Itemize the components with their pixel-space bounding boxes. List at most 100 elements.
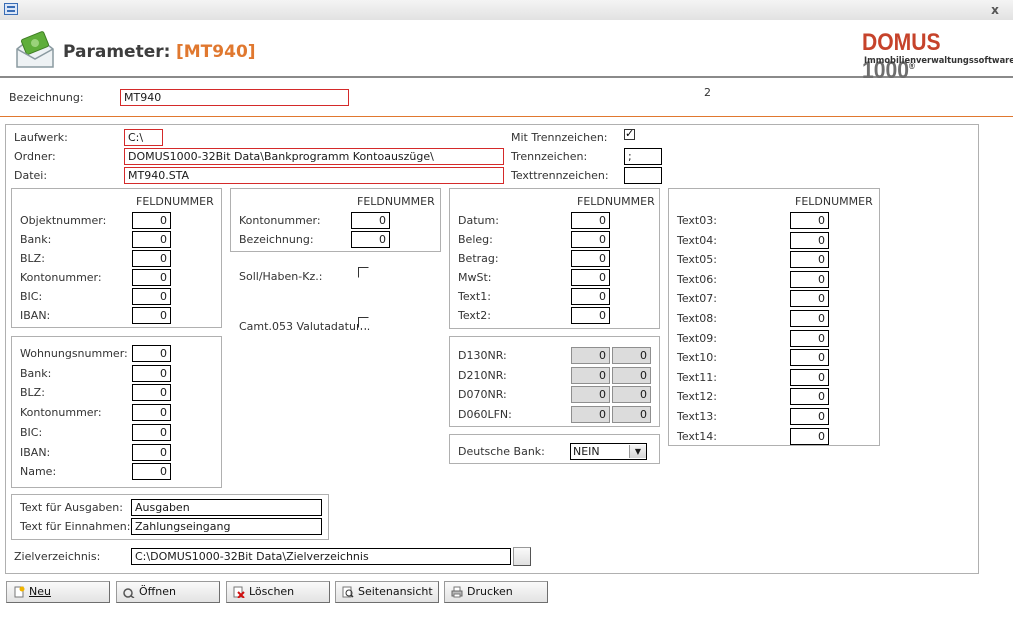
field-label: Kontonummer: xyxy=(239,214,321,227)
field-label: Betrag: xyxy=(458,252,499,265)
einnahmen-input[interactable]: Zahlungseingang xyxy=(131,518,322,535)
drucken-button[interactable]: Drucken xyxy=(444,581,548,603)
field-number-a-input[interactable]: 0 xyxy=(571,347,610,364)
field-number-input[interactable]: 0 xyxy=(132,269,171,286)
camt-valutadatum-checkbox[interactable] xyxy=(358,317,369,328)
field-label: Text2: xyxy=(458,309,491,322)
mit-trennzeichen-checkbox[interactable] xyxy=(624,127,635,140)
field-number-input[interactable]: 0 xyxy=(132,231,171,248)
seitenansicht-button[interactable]: Seitenansicht xyxy=(335,581,439,603)
zielverzeichnis-input[interactable]: C:\DOMUS1000-32Bit Data\Zielverzeichnis xyxy=(131,548,511,565)
field-number-b-input[interactable]: 0 xyxy=(612,386,651,403)
field-number-input[interactable]: 0 xyxy=(132,212,171,229)
field-number-input[interactable]: 0 xyxy=(790,270,829,288)
field-number-input[interactable]: 0 xyxy=(132,384,171,402)
deutsche-bank-value: NEIN xyxy=(573,445,600,458)
field-number-input[interactable]: 0 xyxy=(132,288,171,305)
texttrennzeichen-input[interactable] xyxy=(624,167,662,184)
field-number-input[interactable]: 0 xyxy=(790,212,829,229)
new-document-icon xyxy=(14,586,25,598)
field-label: D130NR: xyxy=(458,349,507,362)
logo-text-a: DOMUS xyxy=(862,29,941,56)
ordner-input[interactable]: DOMUS1000-32Bit Data\Bankprogramm Kontoa… xyxy=(124,148,504,165)
bank-statement-icon xyxy=(16,31,54,68)
field-label: Text08: xyxy=(677,312,717,325)
field-number-input[interactable]: 0 xyxy=(571,212,610,229)
field-label: IBAN: xyxy=(20,445,51,459)
field-label: Bank: xyxy=(20,233,52,246)
field-label: Kontonummer: xyxy=(20,271,102,284)
field-label: D210NR: xyxy=(458,368,507,382)
laufwerk-input[interactable]: C:\ xyxy=(124,129,163,146)
field-number-input[interactable]: 0 xyxy=(132,423,171,441)
field-label: Text04: xyxy=(677,233,717,247)
soll-haben-checkbox[interactable] xyxy=(358,267,369,278)
trennzeichen-label: Trennzeichen: xyxy=(511,150,588,163)
field-label: Text07: xyxy=(677,292,717,306)
form-icon xyxy=(4,3,18,15)
field-number-input[interactable]: 0 xyxy=(571,250,610,267)
field-number-input[interactable]: 0 xyxy=(132,307,171,324)
preview-icon xyxy=(342,586,354,598)
window-titlebar: x xyxy=(0,0,1013,21)
field-number-input[interactable]: 0 xyxy=(571,231,610,248)
field-number-input[interactable]: 0 xyxy=(132,443,171,461)
field-number-input[interactable]: 0 xyxy=(571,269,610,286)
field-number-input[interactable]: 0 xyxy=(790,408,829,425)
ausgaben-label: Text für Ausgaben: xyxy=(20,501,123,514)
laufwerk-label: Laufwerk: xyxy=(14,131,68,144)
field-number-input[interactable]: 0 xyxy=(790,368,829,386)
field-label: Objektnummer: xyxy=(20,214,107,227)
field-number-b-input[interactable]: 0 xyxy=(612,405,651,423)
field-number-input[interactable]: 0 xyxy=(571,288,610,305)
field-label: Text03: xyxy=(677,214,717,227)
printer-icon xyxy=(451,586,463,598)
camt-valutadatum-label: Camt.053 Valutadatum: xyxy=(239,320,371,333)
field-number-input[interactable]: 0 xyxy=(790,329,829,347)
field-number-b-input[interactable]: 0 xyxy=(612,366,651,384)
field-number-input[interactable]: 0 xyxy=(132,250,171,267)
field-number-input[interactable]: 0 xyxy=(790,427,829,445)
field-number-input[interactable]: 0 xyxy=(790,251,829,269)
neu-button[interactable]: Neu xyxy=(6,581,110,603)
loeschen-button[interactable]: Löschen xyxy=(226,581,330,603)
datei-label: Datei: xyxy=(14,169,48,182)
feldnummer-header: FELDNUMMER xyxy=(136,195,214,208)
field-number-input[interactable]: 0 xyxy=(790,231,829,249)
open-icon xyxy=(123,588,135,598)
field-label: Wohnungsnummer: xyxy=(20,347,128,360)
drucken-button-label: Drucken xyxy=(467,585,513,598)
bezeichnung-input[interactable]: MT940 xyxy=(120,89,349,106)
field-label: BLZ: xyxy=(20,252,45,265)
trennzeichen-input[interactable]: ; xyxy=(624,148,662,165)
field-number-input[interactable]: 0 xyxy=(351,231,390,248)
delete-icon xyxy=(233,586,245,598)
mit-trennzeichen-label: Mit Trennzeichen: xyxy=(511,131,608,144)
field-number-input[interactable]: 0 xyxy=(790,290,829,308)
field-number-input[interactable]: 0 xyxy=(351,212,390,229)
field-number-input[interactable]: 0 xyxy=(132,345,171,362)
browse-button[interactable] xyxy=(513,547,531,566)
ausgaben-input[interactable]: Ausgaben xyxy=(131,499,322,516)
feldnummer-header: FELDNUMMER xyxy=(357,195,435,208)
header-divider xyxy=(0,116,1013,117)
field-label: Datum: xyxy=(458,214,499,227)
field-number-input[interactable]: 0 xyxy=(132,364,171,382)
field-number-a-input[interactable]: 0 xyxy=(571,386,610,403)
field-number-a-input[interactable]: 0 xyxy=(571,366,610,384)
field-number-input[interactable]: 0 xyxy=(790,388,829,406)
field-number-b-input[interactable]: 0 xyxy=(612,347,651,364)
field-number-input[interactable]: 0 xyxy=(571,307,610,324)
datei-input[interactable]: MT940.STA xyxy=(124,167,504,184)
field-number-a-input[interactable]: 0 xyxy=(571,405,610,423)
field-number-input[interactable]: 0 xyxy=(790,310,829,327)
field-number-input[interactable]: 0 xyxy=(132,404,171,422)
field-label: BIC: xyxy=(20,425,43,439)
close-icon[interactable]: x xyxy=(988,3,1002,17)
chevron-down-icon[interactable]: ▼ xyxy=(629,445,646,458)
field-number-input[interactable]: 0 xyxy=(790,349,829,367)
field-label: Text14: xyxy=(677,429,717,443)
seitenansicht-button-label: Seitenansicht xyxy=(358,585,433,598)
oeffnen-button[interactable]: Öffnen xyxy=(116,581,220,603)
field-number-input[interactable]: 0 xyxy=(132,463,171,481)
